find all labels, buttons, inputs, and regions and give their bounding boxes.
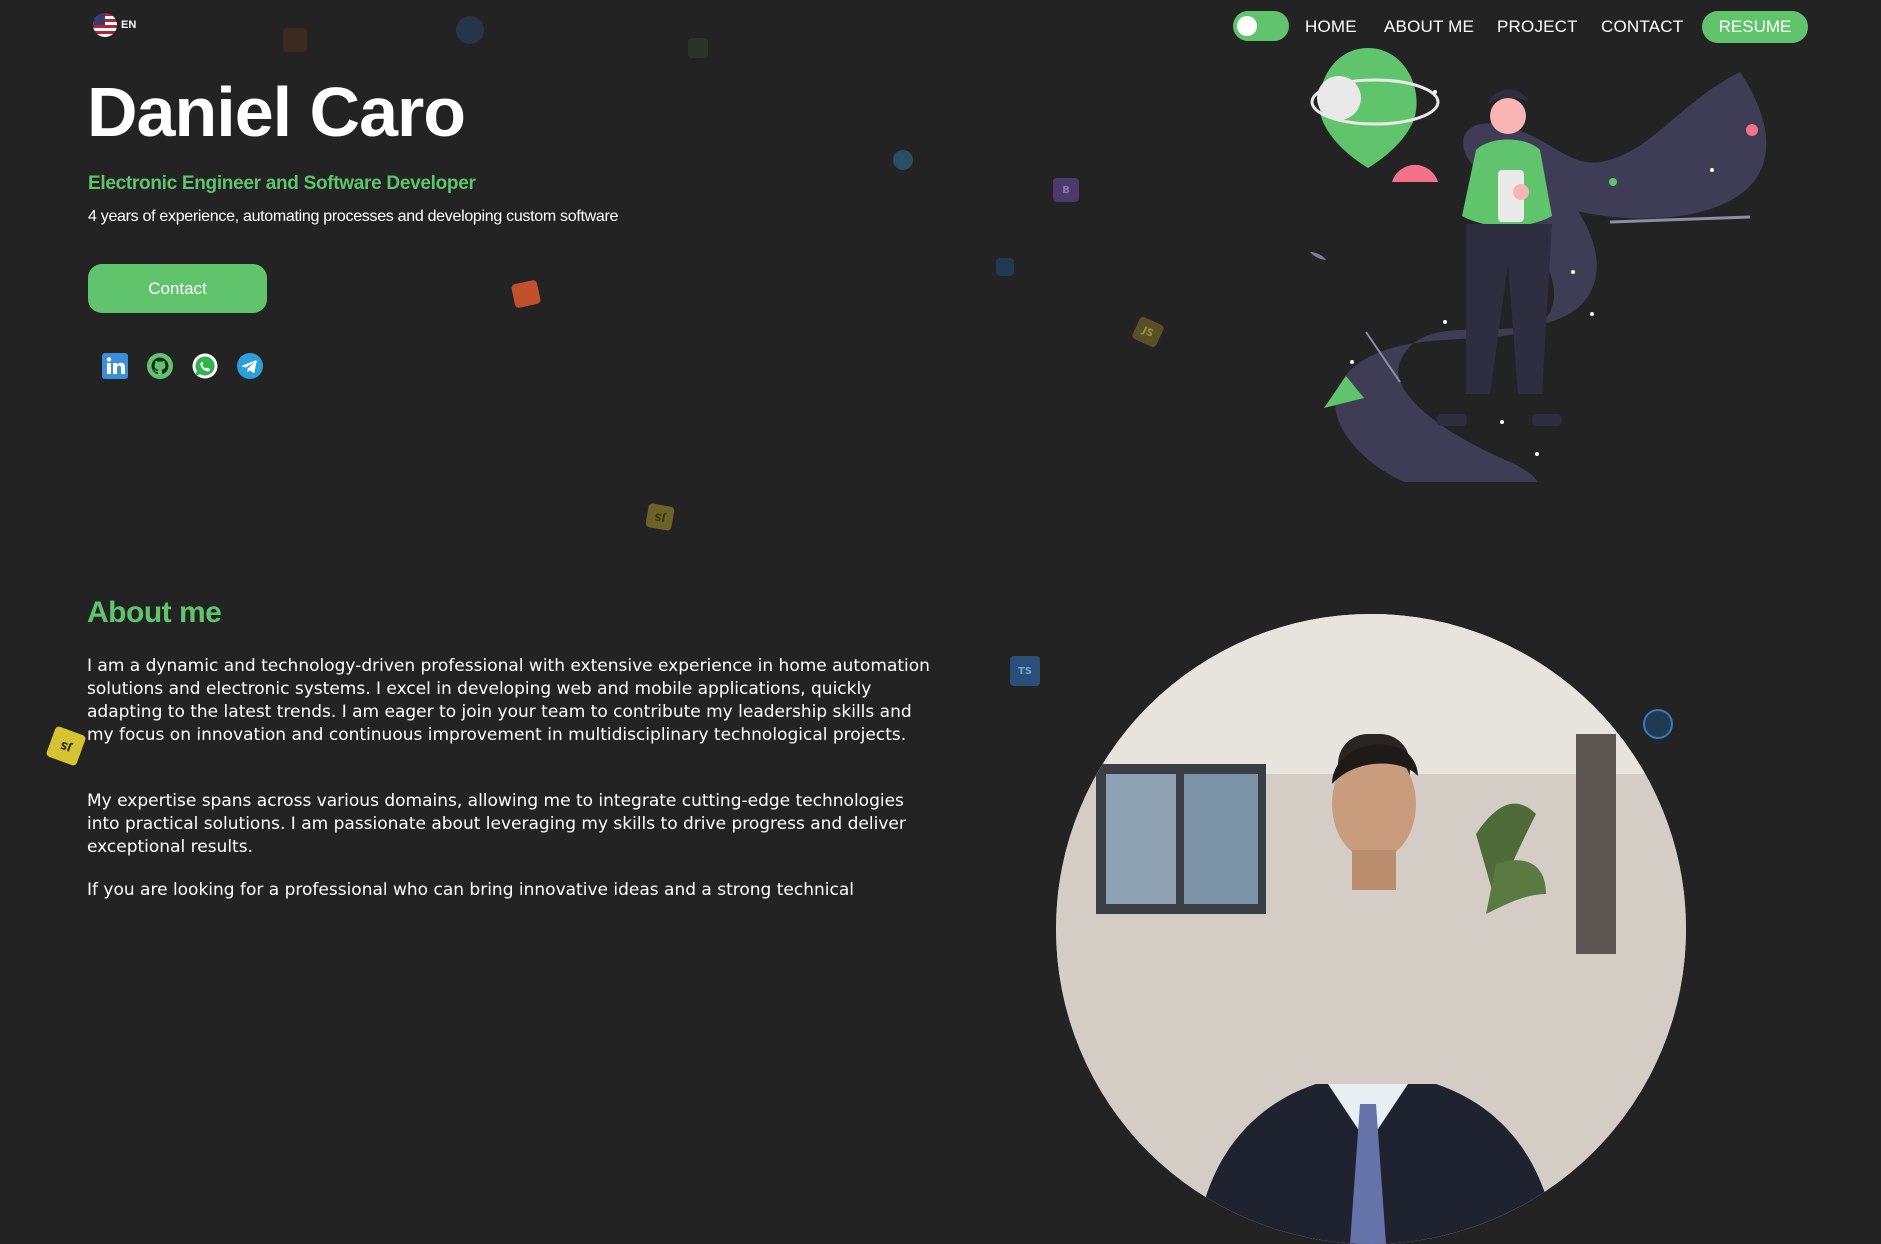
faded-float-icon bbox=[456, 16, 484, 44]
ts-float-badge: TS bbox=[1010, 656, 1040, 686]
astronaut-space-illustration bbox=[1310, 48, 1767, 482]
js-float-badge: JS bbox=[1131, 315, 1165, 349]
js-float-badge: JS bbox=[645, 502, 675, 532]
about-section-title: About me bbox=[87, 596, 222, 629]
js-float-badge: JS bbox=[45, 725, 87, 767]
contact-button[interactable]: Contact bbox=[88, 264, 267, 313]
theme-toggle[interactable] bbox=[1233, 11, 1289, 41]
nav-home[interactable]: HOME bbox=[1305, 17, 1357, 37]
telegram-icon[interactable] bbox=[236, 352, 264, 380]
faded-float-icon bbox=[283, 28, 307, 52]
linkedin-icon[interactable] bbox=[101, 352, 129, 380]
nav-project[interactable]: PROJECT bbox=[1497, 17, 1578, 37]
wordpress-float-icon bbox=[1643, 709, 1673, 739]
resume-button[interactable]: RESUME bbox=[1702, 11, 1808, 43]
social-links bbox=[101, 352, 264, 380]
wordpress-float-icon bbox=[893, 150, 913, 170]
about-paragraph: If you are looking for a professional wh… bbox=[87, 880, 854, 900]
profile-photo bbox=[1056, 614, 1686, 1244]
us-flag-icon bbox=[93, 13, 117, 37]
about-paragraph: I am a dynamic and technology-driven pro… bbox=[87, 656, 930, 745]
whatsapp-icon[interactable] bbox=[191, 352, 219, 380]
hero-role: Electronic Engineer and Software Develop… bbox=[88, 173, 476, 194]
language-selector[interactable]: EN bbox=[93, 13, 136, 37]
language-code: EN bbox=[121, 19, 137, 31]
github-icon[interactable] bbox=[146, 352, 174, 380]
hero-name: Daniel Caro bbox=[87, 73, 466, 151]
nav-contact[interactable]: CONTACT bbox=[1601, 17, 1683, 37]
faded-float-icon bbox=[688, 38, 708, 58]
toggle-knob bbox=[1237, 16, 1257, 36]
hero-description: 4 years of experience, automating proces… bbox=[88, 208, 619, 225]
nav-about-me[interactable]: ABOUT ME bbox=[1384, 17, 1474, 37]
bootstrap-float-icon: B bbox=[1053, 178, 1079, 202]
html5-float-icon bbox=[510, 279, 542, 309]
about-paragraph: My expertise spans across various domain… bbox=[87, 791, 906, 857]
react-float-icon bbox=[996, 258, 1014, 276]
